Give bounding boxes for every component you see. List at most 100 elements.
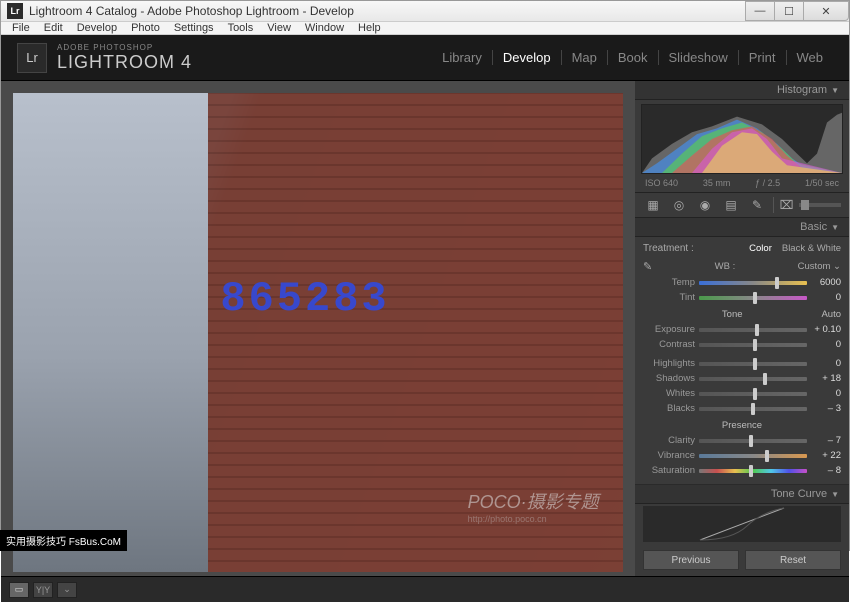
tool-strip: ▦ ◎ ◉ ▤ ✎ ⌧ [635,192,849,218]
wb-label: WB : [715,261,736,272]
blacks-label: Blacks [643,403,695,414]
histogram-header[interactable]: Histogram▼ [635,81,849,100]
contrast-slider[interactable] [699,343,807,347]
close-button[interactable]: ✕ [803,1,849,21]
watermark-corner: POCO·摄影专题 http://photo.poco.cn [468,488,599,524]
menu-develop[interactable]: Develop [70,22,124,34]
treatment-color[interactable]: Color [749,243,772,254]
page-tag: 实用摄影技巧 FsBus.CoM [0,530,127,551]
previous-button[interactable]: Previous [643,550,739,570]
clarity-label: Clarity [643,435,695,446]
window-titlebar: Lr Lightroom 4 Catalog - Adobe Photoshop… [1,1,849,22]
highlights-value[interactable]: 0 [811,358,841,369]
right-panel: Histogram▼ ISO 640 35 mm ƒ / 2.5 [635,81,849,576]
auto-tone[interactable]: Auto [821,309,841,320]
module-library[interactable]: Library [432,50,493,65]
vibrance-slider[interactable] [699,454,807,458]
wb-dropdown[interactable]: Custom ⌄ [798,261,841,272]
app-icon: Lr [7,3,23,19]
clarity-slider[interactable] [699,439,807,443]
module-book[interactable]: Book [608,50,659,65]
logo-text: ADOBE PHOTOSHOP LIGHTROOM 4 [57,43,192,73]
switch-icon[interactable]: ⌧ [773,197,793,213]
basic-panel: Treatment : Color Black & White ✎ WB : C… [635,237,849,485]
saturation-slider[interactable] [699,469,807,473]
temp-value[interactable]: 6000 [811,277,841,288]
module-slideshow[interactable]: Slideshow [659,50,739,65]
tone-curve-display[interactable] [643,506,841,542]
tone-header: Tone [643,309,821,320]
blacks-slider[interactable] [699,407,807,411]
exposure-slider[interactable] [699,328,807,332]
menu-edit[interactable]: Edit [37,22,70,34]
menu-bar: File Edit Develop Photo Settings Tools V… [1,22,849,35]
logo-badge: Lr [17,43,47,73]
tint-slider[interactable] [699,296,807,300]
exif-focal: 35 mm [703,178,731,188]
temp-label: Temp [643,277,695,288]
brush-tool-icon[interactable]: ✎ [747,197,767,213]
before-after-icon[interactable]: Y|Y [33,582,53,598]
exif-iso: ISO 640 [645,178,678,188]
chevron-down-icon: ▼ [831,86,839,95]
mask-slider[interactable] [799,203,841,207]
crop-tool-icon[interactable]: ▦ [643,197,663,213]
whites-slider[interactable] [699,392,807,396]
window-title: Lightroom 4 Catalog - Adobe Photoshop Li… [29,4,746,18]
menu-file[interactable]: File [5,22,37,34]
menu-settings[interactable]: Settings [167,22,221,34]
presence-header: Presence [643,420,841,431]
redeye-tool-icon[interactable]: ◉ [695,197,715,213]
loupe-view-icon[interactable]: ▭ [9,582,29,598]
menu-view[interactable]: View [260,22,298,34]
maximize-button[interactable]: ☐ [774,1,804,21]
app-header: Lr ADOBE PHOTOSHOP LIGHTROOM 4 Library D… [1,35,849,81]
menu-help[interactable]: Help [351,22,388,34]
menu-photo[interactable]: Photo [124,22,167,34]
shadows-label: Shadows [643,373,695,384]
spot-tool-icon[interactable]: ◎ [669,197,689,213]
exposure-label: Exposure [643,324,695,335]
tint-value[interactable]: 0 [811,292,841,303]
reset-button[interactable]: Reset [745,550,841,570]
treatment-bw[interactable]: Black & White [782,243,841,254]
module-web[interactable]: Web [787,50,834,65]
whites-value[interactable]: 0 [811,388,841,399]
module-map[interactable]: Map [562,50,608,65]
clarity-value[interactable]: – 7 [811,435,841,446]
shadows-value[interactable]: + 18 [811,373,841,384]
photo-preview: 865283 POCO·摄影专题 http://photo.poco.cn [13,93,623,572]
chevron-down-icon: ▼ [831,490,839,499]
blacks-value[interactable]: – 3 [811,403,841,414]
compare-dropdown-icon[interactable]: ⌄ [57,582,77,598]
watermark-center: 865283 [220,275,389,323]
vibrance-label: Vibrance [643,450,695,461]
module-print[interactable]: Print [739,50,787,65]
menu-window[interactable]: Window [298,22,351,34]
eyedropper-icon[interactable]: ✎ [643,260,652,273]
highlights-label: Highlights [643,358,695,369]
exif-row: ISO 640 35 mm ƒ / 2.5 1/50 sec [635,176,849,192]
module-picker: Library Develop Map Book Slideshow Print… [432,50,833,65]
image-canvas[interactable]: 865283 POCO·摄影专题 http://photo.poco.cn [1,81,635,576]
contrast-value[interactable]: 0 [811,339,841,350]
basic-header[interactable]: Basic▼ [635,218,849,237]
treatment-label: Treatment : [643,243,694,254]
gradient-tool-icon[interactable]: ▤ [721,197,741,213]
vibrance-value[interactable]: + 22 [811,450,841,461]
exif-shutter: 1/50 sec [805,178,839,188]
histogram-display[interactable] [641,104,843,174]
minimize-button[interactable]: — [745,1,775,21]
exposure-value[interactable]: + 0.10 [811,324,841,335]
menu-tools[interactable]: Tools [221,22,261,34]
module-develop[interactable]: Develop [493,50,562,65]
whites-label: Whites [643,388,695,399]
tone-curve-header[interactable]: Tone Curve▼ [635,485,849,504]
shadows-slider[interactable] [699,377,807,381]
saturation-value[interactable]: – 8 [811,465,841,476]
contrast-label: Contrast [643,339,695,350]
exif-aperture: ƒ / 2.5 [755,178,780,188]
highlights-slider[interactable] [699,362,807,366]
tint-label: Tint [643,292,695,303]
temp-slider[interactable] [699,281,807,285]
